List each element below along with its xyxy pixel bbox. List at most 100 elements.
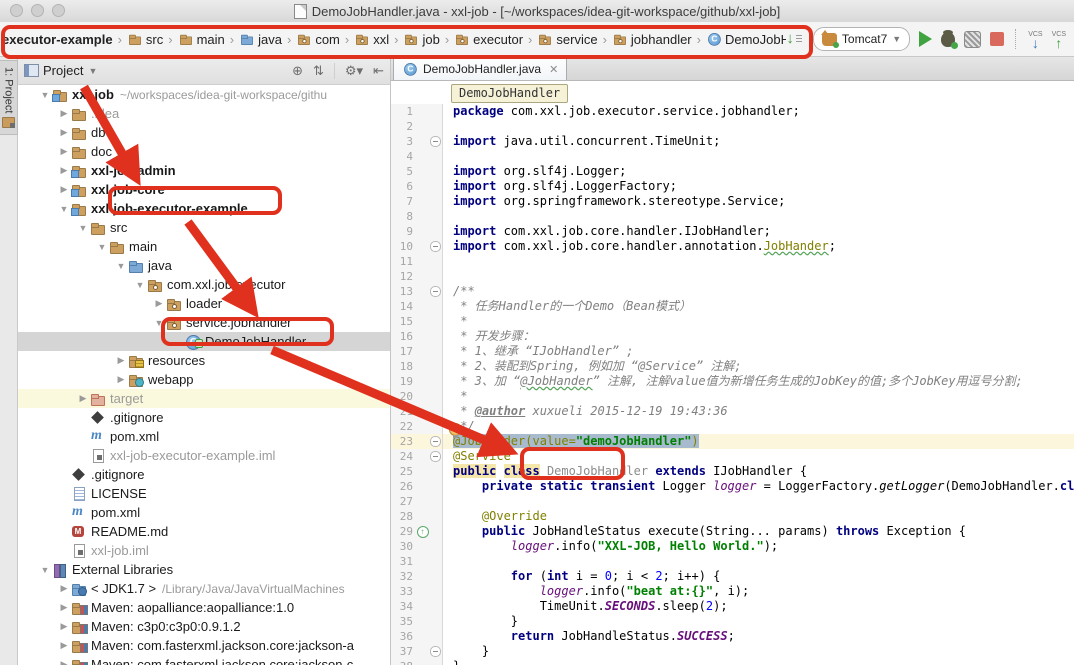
code-line-3[interactable]: 3import java.util.concurrent.TimeUnit;: [391, 134, 1074, 149]
code-line-24[interactable]: 24@Service: [391, 449, 1074, 464]
code-line-15[interactable]: 15 *: [391, 314, 1074, 329]
project-tool-window-button[interactable]: 1: Project: [0, 60, 18, 135]
tree-item-doc[interactable]: ▶doc: [18, 142, 390, 161]
expand-arrow-icon[interactable]: ▶: [76, 393, 90, 404]
breadcrumb-item-job[interactable]: job: [403, 31, 439, 47]
fold-marker-icon[interactable]: [430, 136, 441, 147]
breadcrumb-item-src[interactable]: src: [127, 31, 163, 47]
code-line-36[interactable]: 36 return JobHandleStatus.SUCCESS;: [391, 629, 1074, 644]
code-line-37[interactable]: 37 }: [391, 644, 1074, 659]
code-line-4[interactable]: 4: [391, 149, 1074, 164]
code-line-16[interactable]: 16 * 开发步骤：: [391, 329, 1074, 344]
code-line-10[interactable]: 10import com.xxl.job.core.handler.annota…: [391, 239, 1074, 254]
intention-bulb-icon[interactable]: [449, 423, 462, 436]
expand-arrow-icon[interactable]: ▶: [57, 640, 71, 651]
fold-marker-icon[interactable]: [430, 451, 441, 462]
tree-item-service.jobhandler[interactable]: ▼service.jobhandler: [18, 313, 390, 332]
expand-arrow-icon[interactable]: ▶: [57, 659, 71, 665]
expand-arrow-icon[interactable]: ▶: [114, 374, 128, 385]
tree-item-main[interactable]: ▼main: [18, 237, 390, 256]
stop-button[interactable]: [990, 32, 1004, 46]
code-line-29[interactable]: 29↑ public JobHandleStatus execute(Strin…: [391, 524, 1074, 539]
tree-item-maven-com.fasterxml.jackson.core-jackson-c[interactable]: ▶Maven: com.fasterxml.jackson.core:jacks…: [18, 655, 390, 665]
window-controls[interactable]: [10, 4, 65, 17]
tree-item-db[interactable]: ▶db: [18, 123, 390, 142]
code-line-9[interactable]: 9import com.xxl.job.core.handler.IJobHan…: [391, 224, 1074, 239]
collapse-arrow-icon[interactable]: ▼: [133, 280, 147, 290]
expand-arrow-icon[interactable]: ▶: [114, 355, 128, 366]
tree-item-xxl-job-admin[interactable]: ▶xxl-job-admin: [18, 161, 390, 180]
code-line-27[interactable]: 27: [391, 494, 1074, 509]
minimize-window-button[interactable]: [31, 4, 44, 17]
collapse-arrow-icon[interactable]: ▼: [38, 565, 52, 575]
expand-arrow-icon[interactable]: ▶: [57, 165, 71, 176]
code-line-20[interactable]: 20 *: [391, 389, 1074, 404]
fold-marker-icon[interactable]: [430, 241, 441, 252]
tab-demojobhandler[interactable]: DemoJobHandler.java ✕: [393, 57, 567, 80]
expand-arrow-icon[interactable]: ▶: [57, 146, 71, 157]
code-line-2[interactable]: 2: [391, 119, 1074, 134]
code-line-28[interactable]: 28 @Override: [391, 509, 1074, 524]
expand-arrow-icon[interactable]: ▶: [57, 602, 71, 613]
code-line-25[interactable]: 25public class DemoJobHandler extends IJ…: [391, 464, 1074, 479]
expand-arrow-icon[interactable]: ▶: [57, 127, 71, 138]
code-line-18[interactable]: 18 * 2、装配到Spring, 例如加 “@Service” 注解;: [391, 359, 1074, 374]
locate-icon[interactable]: ⊕: [292, 63, 303, 79]
tree-item-.gitignore[interactable]: .gitignore: [18, 408, 390, 427]
vcs-commit-button[interactable]: VCS↑: [1052, 31, 1066, 47]
run-configuration-select[interactable]: Tomcat7 ▼: [813, 27, 910, 51]
zoom-window-button[interactable]: [52, 4, 65, 17]
breadcrumb-item-java[interactable]: java: [239, 31, 282, 47]
fold-marker-icon[interactable]: [430, 436, 441, 447]
breadcrumb-item-executor-example[interactable]: executor-example: [2, 32, 113, 47]
gear-icon[interactable]: ⚙▾: [345, 63, 363, 79]
close-icon[interactable]: ✕: [549, 63, 558, 76]
breadcrumb-chip[interactable]: DemoJobHandler: [451, 84, 568, 103]
tree-item-pom.xml[interactable]: pom.xml: [18, 427, 390, 446]
overriding-method-icon[interactable]: ↑: [417, 526, 429, 538]
tree-item-.idea[interactable]: ▶.idea: [18, 104, 390, 123]
tree-item-java[interactable]: ▼java: [18, 256, 390, 275]
tree-item-demojobhandler[interactable]: DemoJobHandler: [18, 332, 390, 351]
tree-item-webapp[interactable]: ▶webapp: [18, 370, 390, 389]
tree-item-resources[interactable]: ▶resources: [18, 351, 390, 370]
code-line-21[interactable]: 21 * @author xuxueli 2015-12-19 19:43:36: [391, 404, 1074, 419]
coverage-button[interactable]: [964, 31, 981, 48]
expand-arrow-icon[interactable]: ▶: [57, 108, 71, 119]
breadcrumb-item-main[interactable]: main: [178, 31, 225, 47]
navigate-down-icon[interactable]: ↓: [786, 33, 802, 45]
code-line-22[interactable]: 22 */: [391, 419, 1074, 434]
expand-arrow-icon[interactable]: ▶: [57, 621, 71, 632]
fold-marker-icon[interactable]: [430, 646, 441, 657]
code-line-17[interactable]: 17 * 1、继承 “IJobHandler” ;: [391, 344, 1074, 359]
collapse-arrow-icon[interactable]: ▼: [38, 90, 52, 100]
code-line-5[interactable]: 5import org.slf4j.Logger;: [391, 164, 1074, 179]
tree-item-external-libraries[interactable]: ▼External Libraries: [18, 560, 390, 579]
code-line-32[interactable]: 32 for (int i = 0; i < 2; i++) {: [391, 569, 1074, 584]
code-line-38[interactable]: 38}: [391, 659, 1074, 665]
collapse-arrow-icon[interactable]: ▼: [57, 204, 71, 214]
code-line-26[interactable]: 26 private static transient Logger logge…: [391, 479, 1074, 494]
code-line-8[interactable]: 8: [391, 209, 1074, 224]
breadcrumb-item-xxl[interactable]: xxl: [354, 31, 389, 47]
tree-item-xxl-job-executor-example.iml[interactable]: xxl-job-executor-example.iml: [18, 446, 390, 465]
code-line-31[interactable]: 31: [391, 554, 1074, 569]
collapse-arrow-icon[interactable]: ▼: [152, 318, 166, 328]
tree-item-loader[interactable]: ▶loader: [18, 294, 390, 313]
fold-marker-icon[interactable]: [430, 286, 441, 297]
debug-button[interactable]: [941, 32, 955, 47]
collapse-arrow-icon[interactable]: ▼: [76, 223, 90, 233]
close-window-button[interactable]: [10, 4, 23, 17]
code-line-34[interactable]: 34 TimeUnit.SECONDS.sleep(2);: [391, 599, 1074, 614]
code-line-23[interactable]: 23@JobHander(value="demoJobHandler"): [391, 434, 1074, 449]
tree-item-license[interactable]: LICENSE: [18, 484, 390, 503]
expand-arrow-icon[interactable]: ▶: [57, 583, 71, 594]
code-line-7[interactable]: 7import org.springframework.stereotype.S…: [391, 194, 1074, 209]
code-line-6[interactable]: 6import org.slf4j.LoggerFactory;: [391, 179, 1074, 194]
breadcrumb-item-executor[interactable]: executor: [454, 31, 523, 47]
tree-item-maven-com.fasterxml.jackson.core-jackson-a[interactable]: ▶Maven: com.fasterxml.jackson.core:jacks…: [18, 636, 390, 655]
code-line-14[interactable]: 14 * 任务Handler的一个Demo（Bean模式）: [391, 299, 1074, 314]
code-line-19[interactable]: 19 * 3、加 “@JobHander” 注解, 注解value值为新增任务生…: [391, 374, 1074, 389]
expand-arrow-icon[interactable]: ▶: [57, 184, 71, 195]
breadcrumb-item-com[interactable]: com: [296, 31, 340, 47]
